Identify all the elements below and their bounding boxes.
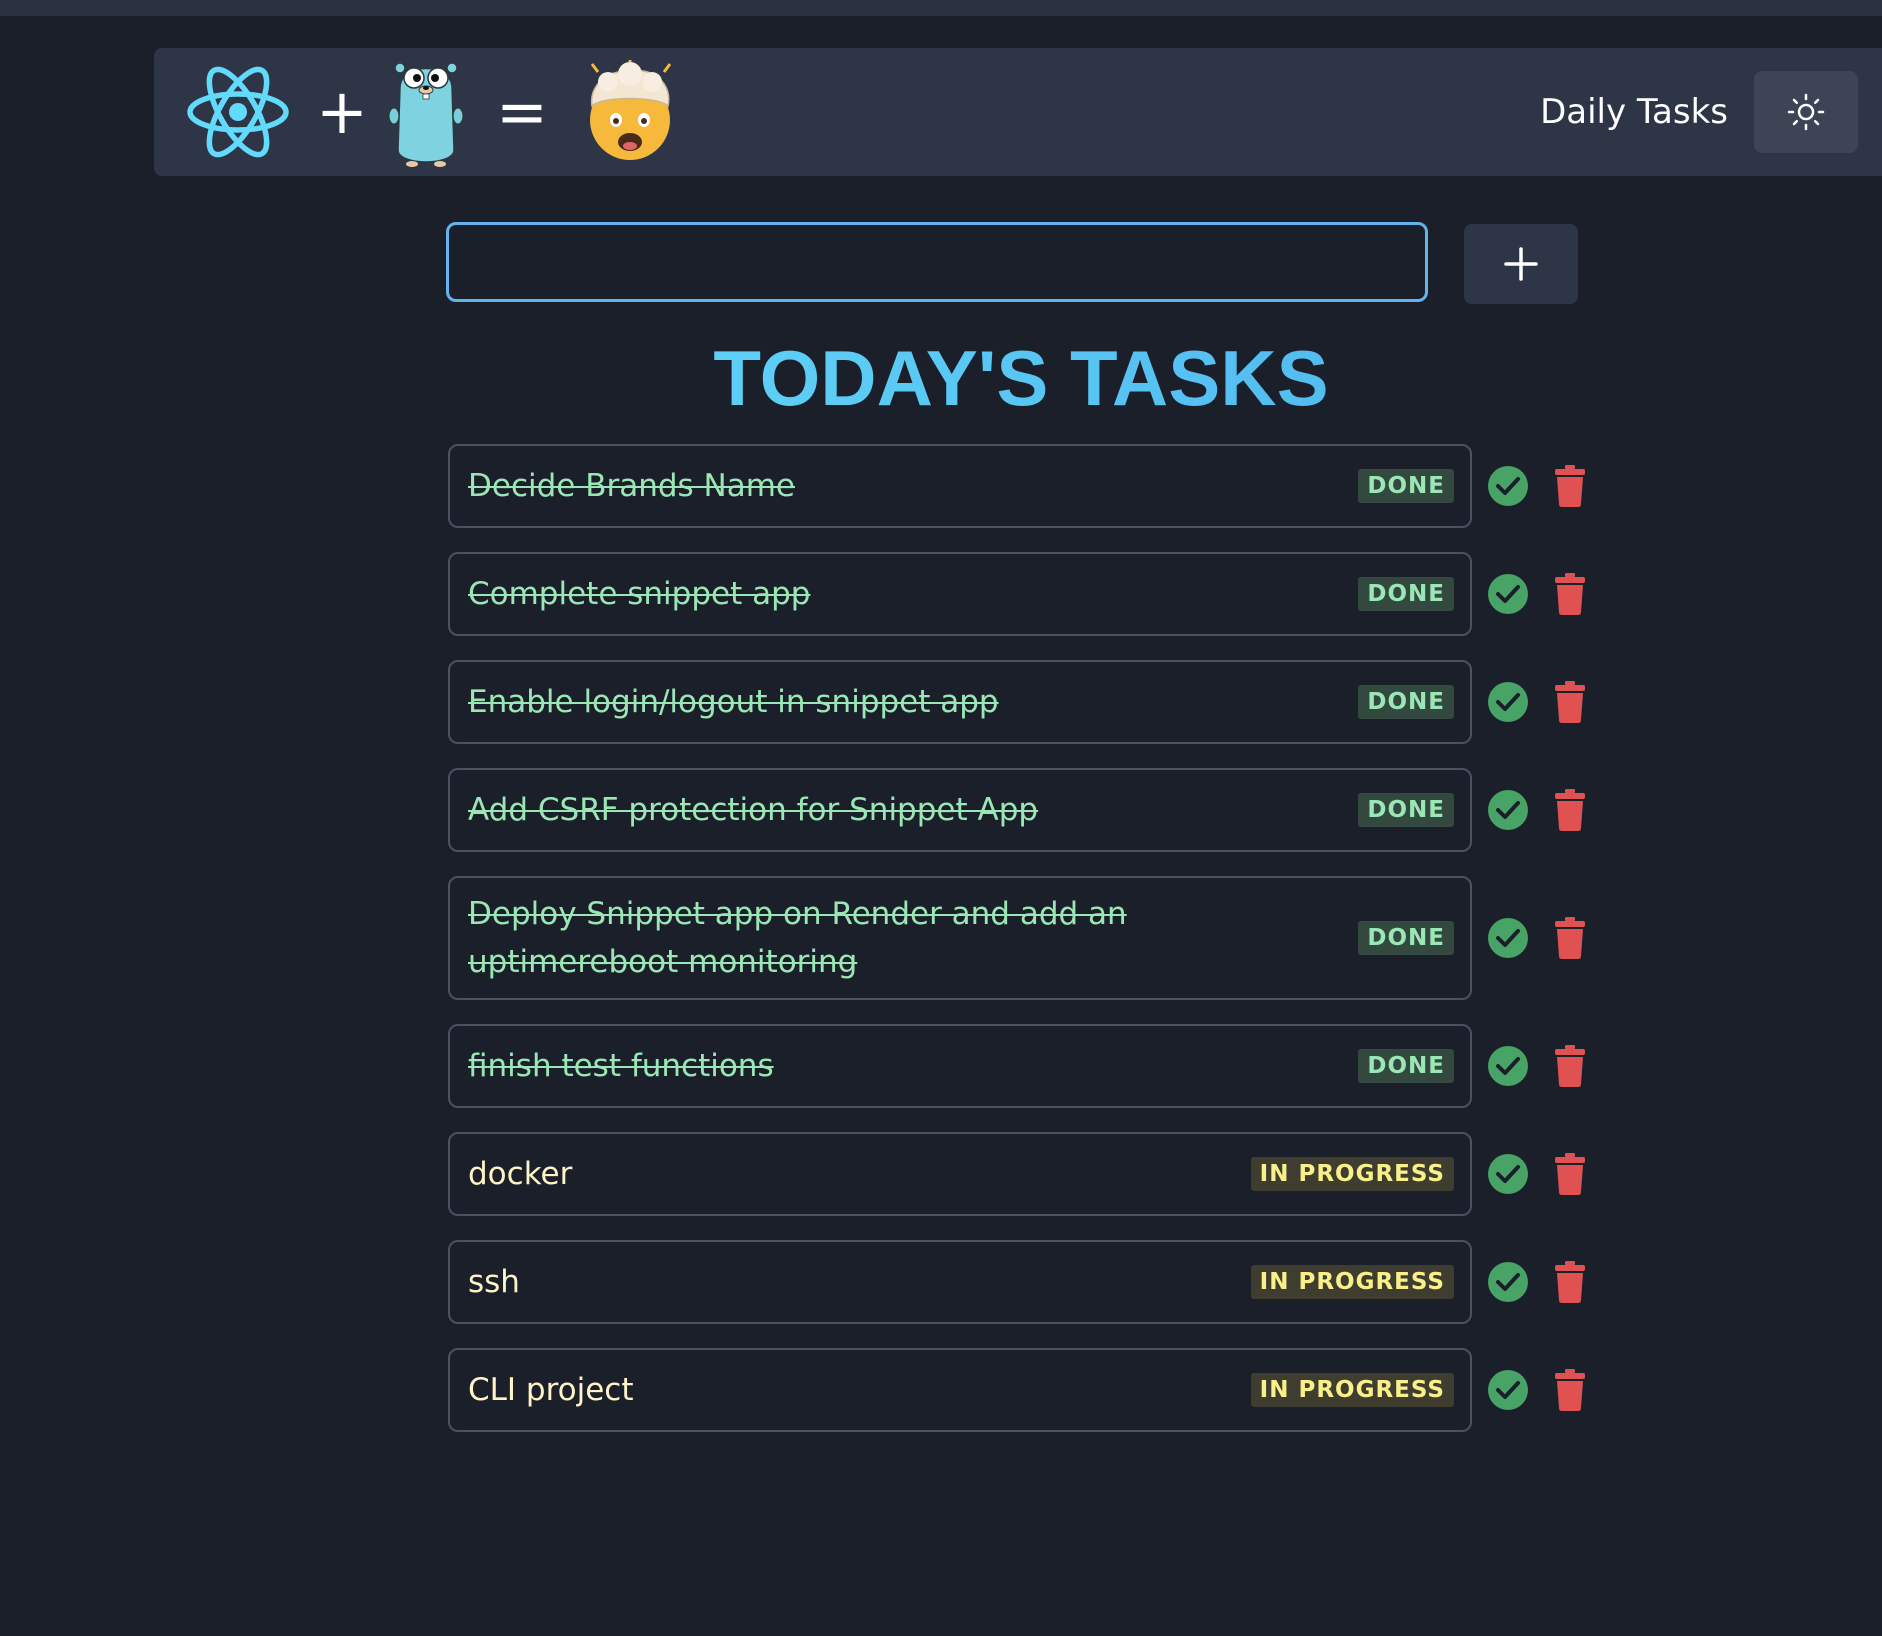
status-badge: DONE xyxy=(1358,793,1454,827)
task-card: Enable login/logout in snippet app DONE xyxy=(448,660,1472,744)
complete-task-button[interactable] xyxy=(1488,790,1528,830)
task-card: finish test functions DONE xyxy=(448,1024,1472,1108)
complete-task-button[interactable] xyxy=(1488,1046,1528,1086)
status-badge: IN PROGRESS xyxy=(1250,1373,1454,1407)
navbar: + = Daily Tasks xyxy=(154,48,1882,176)
complete-task-button[interactable] xyxy=(1488,574,1528,614)
task-card: Add CSRF protection for Snippet App DONE xyxy=(448,768,1472,852)
status-badge: DONE xyxy=(1358,685,1454,719)
check-circle-icon xyxy=(1496,1057,1520,1075)
task-row: Enable login/logout in snippet app DONE xyxy=(448,660,1598,744)
task-card: Complete snippet app DONE xyxy=(448,552,1472,636)
delete-task-button[interactable] xyxy=(1554,1368,1586,1412)
complete-task-button[interactable] xyxy=(1488,918,1528,958)
complete-task-button[interactable] xyxy=(1488,682,1528,722)
status-badge: DONE xyxy=(1358,921,1454,955)
task-card: ssh IN PROGRESS xyxy=(448,1240,1472,1324)
task-card: Decide Brands Name DONE xyxy=(448,444,1472,528)
task-text: docker xyxy=(468,1156,573,1192)
delete-task-button[interactable] xyxy=(1554,1152,1586,1196)
complete-task-button[interactable] xyxy=(1488,1370,1528,1410)
status-badge: DONE xyxy=(1358,1049,1454,1083)
task-card: CLI project IN PROGRESS xyxy=(448,1348,1472,1432)
task-row: Deploy Snippet app on Render and add an … xyxy=(448,876,1598,1000)
check-circle-icon xyxy=(1496,477,1520,495)
delete-task-button[interactable] xyxy=(1554,1044,1586,1088)
check-circle-icon xyxy=(1496,693,1520,711)
delete-task-button[interactable] xyxy=(1554,916,1586,960)
status-badge: DONE xyxy=(1358,577,1454,611)
mind-blown-emoji-icon xyxy=(578,56,682,164)
check-circle-icon xyxy=(1496,1165,1520,1183)
trash-icon xyxy=(1555,1261,1585,1303)
task-row: finish test functions DONE xyxy=(448,1024,1598,1108)
equals-sign: = xyxy=(495,75,548,148)
check-circle-icon xyxy=(1496,801,1520,819)
task-text: Enable login/logout in snippet app xyxy=(468,684,999,720)
logo-equation: + = xyxy=(186,56,682,168)
trash-icon xyxy=(1555,1045,1585,1087)
task-text: Add CSRF protection for Snippet App xyxy=(468,792,1039,828)
complete-task-button[interactable] xyxy=(1488,1154,1528,1194)
task-text: Deploy Snippet app on Render and add an … xyxy=(468,896,1127,980)
task-text: CLI project xyxy=(468,1372,634,1408)
trash-icon xyxy=(1555,789,1585,831)
plus-icon xyxy=(1503,246,1539,282)
delete-task-button[interactable] xyxy=(1554,1260,1586,1304)
browser-top-strip xyxy=(0,0,1882,16)
task-text: Decide Brands Name xyxy=(468,468,795,504)
task-list: Decide Brands Name DONE Complete snippet a… xyxy=(448,444,1598,1456)
trash-icon xyxy=(1555,573,1585,615)
task-text: Complete snippet app xyxy=(468,576,811,612)
react-logo-icon xyxy=(186,60,290,164)
trash-icon xyxy=(1555,1369,1585,1411)
status-badge: DONE xyxy=(1358,469,1454,503)
check-circle-icon xyxy=(1496,1273,1520,1291)
task-row: Add CSRF protection for Snippet App DONE xyxy=(448,768,1598,852)
theme-toggle-button[interactable] xyxy=(1754,71,1858,153)
status-badge: IN PROGRESS xyxy=(1250,1265,1454,1299)
plus-sign: + xyxy=(316,75,368,148)
check-circle-icon xyxy=(1496,1381,1520,1399)
task-row: Decide Brands Name DONE xyxy=(448,444,1598,528)
go-gopher-icon xyxy=(386,54,466,170)
task-text: finish test functions xyxy=(468,1048,774,1084)
task-row: ssh IN PROGRESS xyxy=(448,1240,1598,1324)
sun-icon xyxy=(1787,93,1825,131)
task-card: Deploy Snippet app on Render and add an … xyxy=(448,876,1472,1000)
complete-task-button[interactable] xyxy=(1488,466,1528,506)
delete-task-button[interactable] xyxy=(1554,788,1586,832)
check-circle-icon xyxy=(1496,585,1520,603)
page-title: TODAY'S TASKS xyxy=(446,330,1596,426)
brand-title[interactable]: Daily Tasks xyxy=(1540,88,1728,136)
new-task-input[interactable] xyxy=(446,222,1428,302)
task-row: CLI project IN PROGRESS xyxy=(448,1348,1598,1432)
trash-icon xyxy=(1555,465,1585,507)
task-row: Complete snippet app DONE xyxy=(448,552,1598,636)
task-row: docker IN PROGRESS xyxy=(448,1132,1598,1216)
task-text: ssh xyxy=(468,1264,520,1300)
delete-task-button[interactable] xyxy=(1554,464,1586,508)
add-task-button[interactable] xyxy=(1464,224,1578,304)
delete-task-button[interactable] xyxy=(1554,572,1586,616)
trash-icon xyxy=(1555,1153,1585,1195)
status-badge: IN PROGRESS xyxy=(1250,1157,1454,1191)
trash-icon xyxy=(1555,917,1585,959)
trash-icon xyxy=(1555,681,1585,723)
complete-task-button[interactable] xyxy=(1488,1262,1528,1302)
check-circle-icon xyxy=(1496,929,1520,947)
task-card: docker IN PROGRESS xyxy=(448,1132,1472,1216)
delete-task-button[interactable] xyxy=(1554,680,1586,724)
